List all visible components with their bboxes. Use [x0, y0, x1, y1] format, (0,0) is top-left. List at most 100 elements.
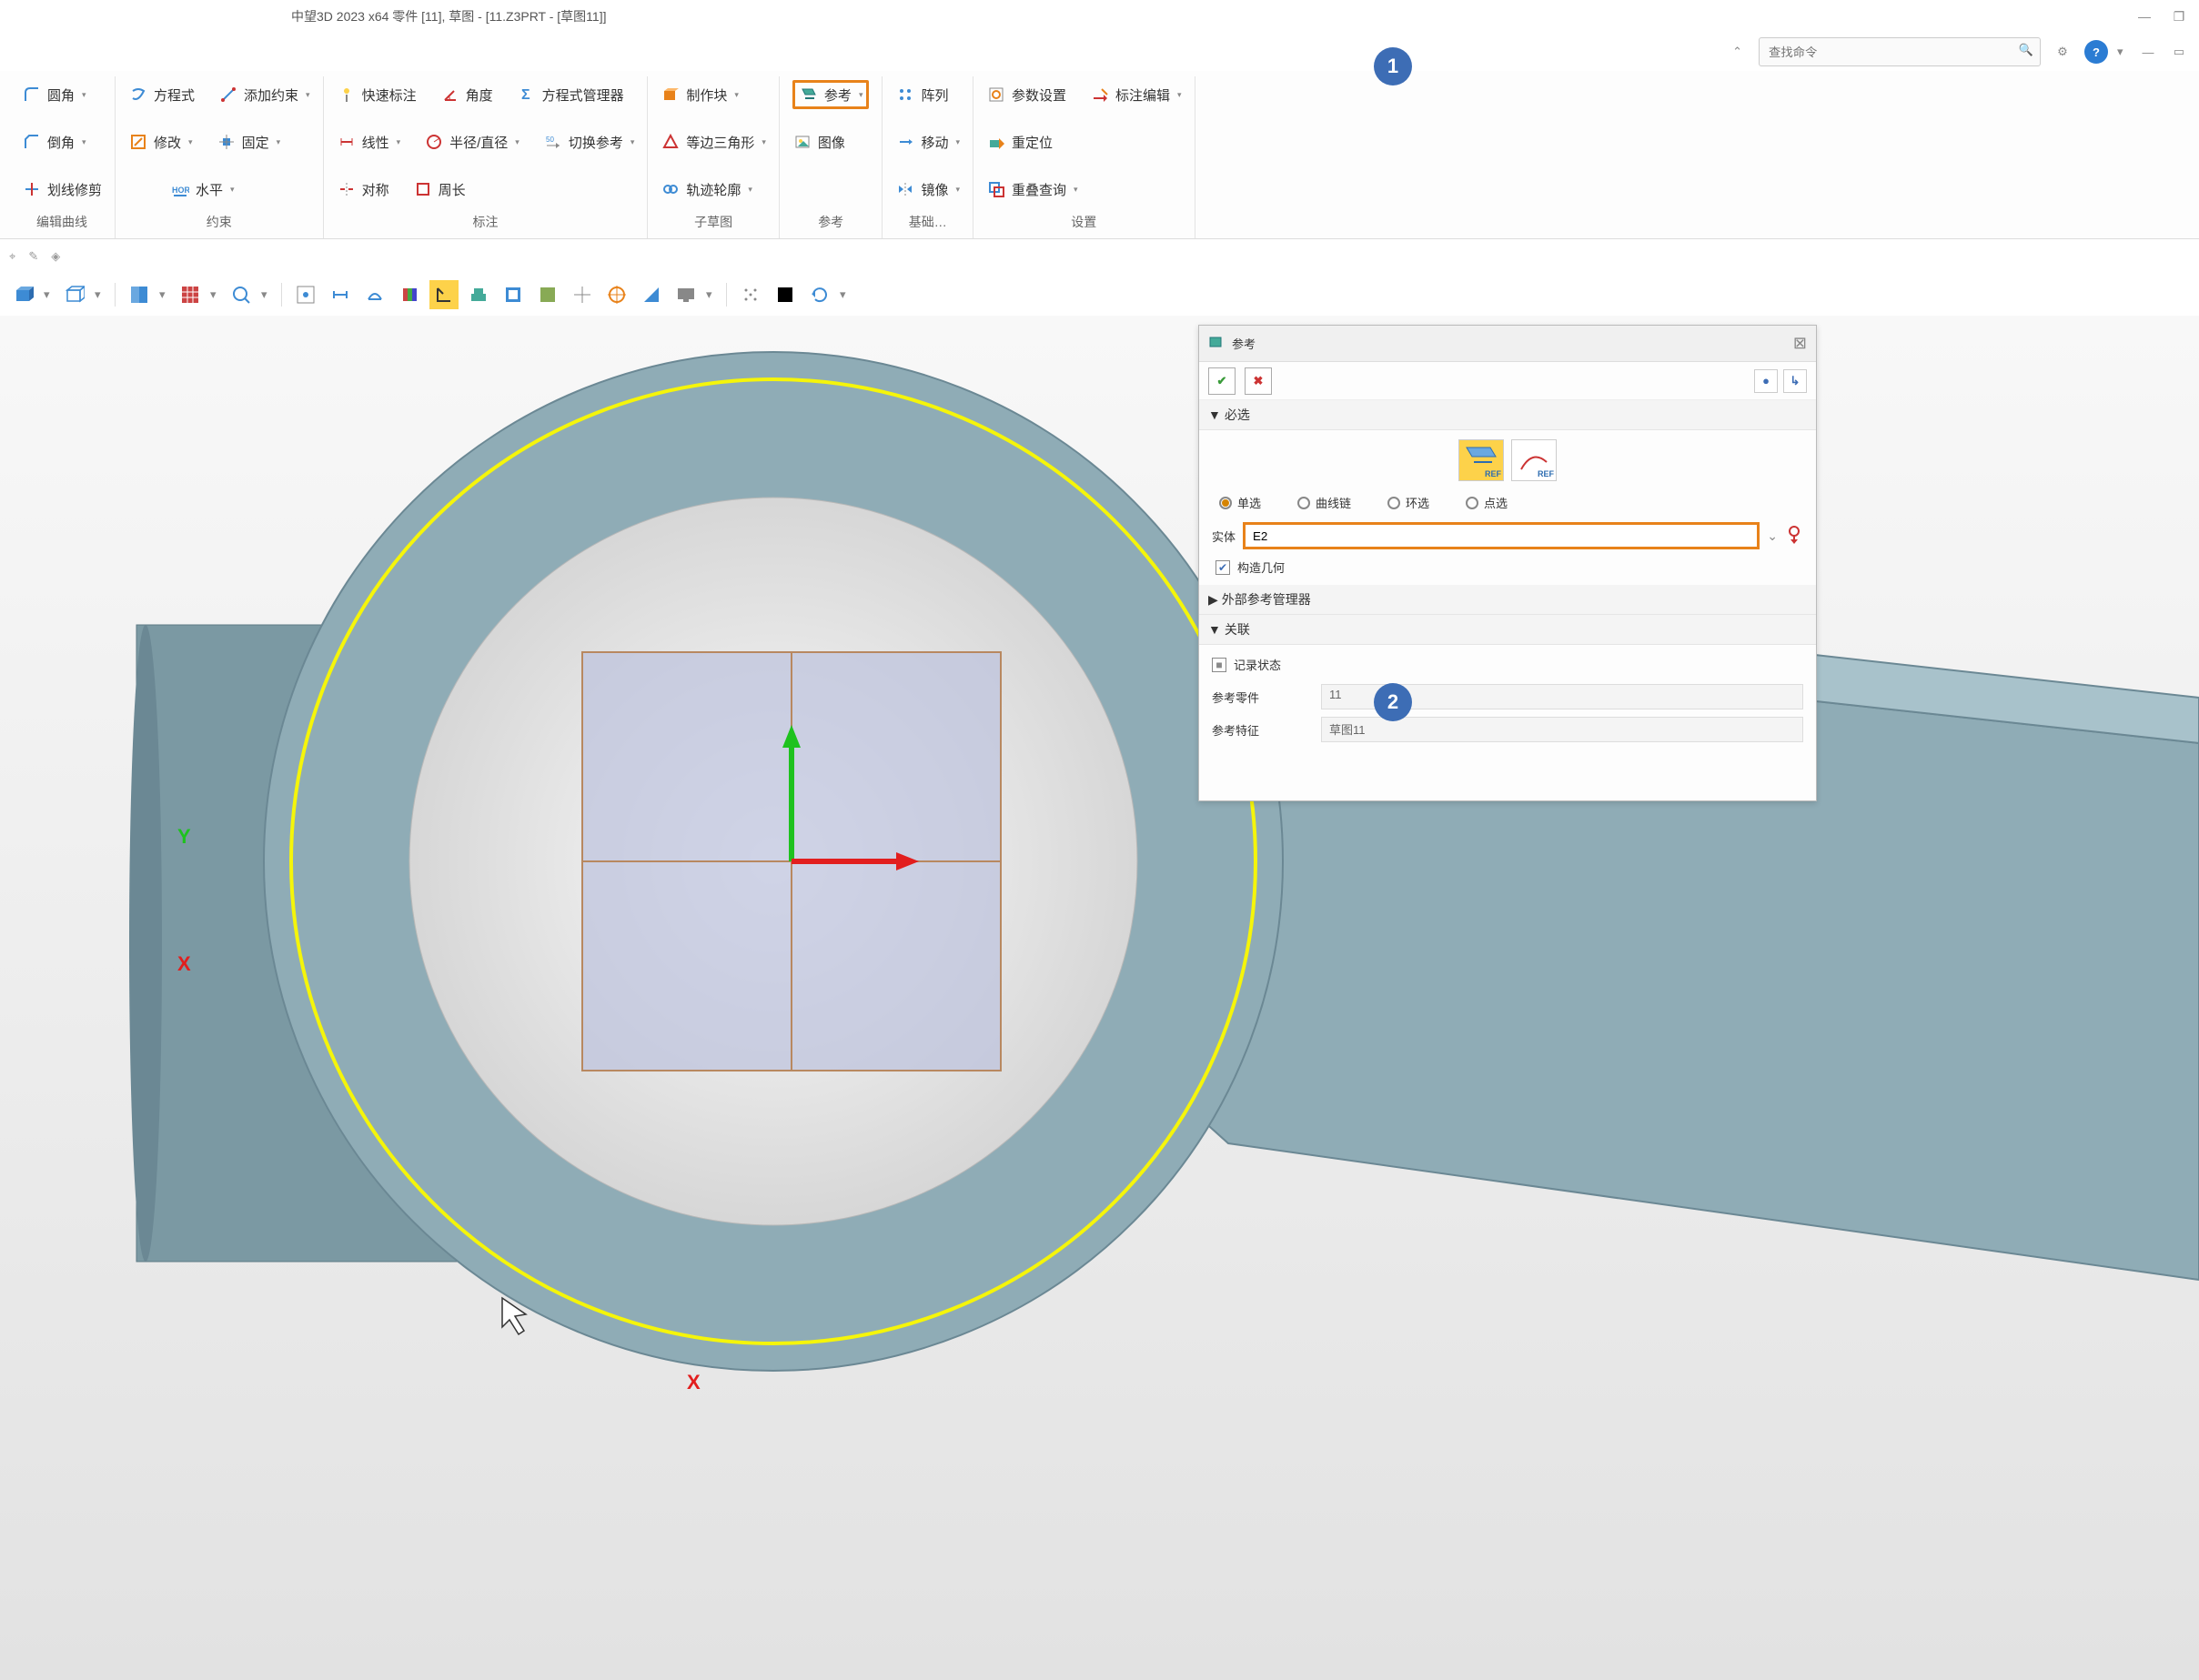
tb-dots-icon[interactable] — [736, 280, 765, 309]
dd-icon[interactable]: ▾ — [840, 287, 851, 302]
tb-refresh-icon[interactable] — [805, 280, 834, 309]
ribbon-button-perimeter[interactable]: 周长 — [413, 179, 466, 199]
ribbon-button-overlap[interactable]: 重叠查询▾ — [986, 179, 1078, 199]
ribbon-button-quickdim[interactable]: 快速标注 — [337, 85, 417, 105]
tb-wireframe-icon[interactable] — [60, 280, 89, 309]
dd-icon[interactable]: ▾ — [95, 287, 106, 302]
maximize-icon[interactable]: ▭ — [2168, 41, 2190, 63]
settings-gear-icon[interactable]: ⚙ — [2050, 39, 2075, 65]
ribbon-button-label: 半径/直径 — [449, 133, 508, 152]
reference-panel: 参考 ⊠ ✔ ✖ ● ↳ ▼ 必选 REF REF — [1198, 325, 1817, 801]
tb-monitor-icon[interactable] — [671, 280, 701, 309]
tb-cube-icon[interactable] — [9, 280, 38, 309]
help-icon[interactable]: ? — [2084, 40, 2108, 64]
entity-dropdown-icon[interactable]: ⌄ — [1767, 528, 1778, 544]
ribbon-button-angle[interactable]: 角度 — [440, 85, 493, 105]
entity-pick-icon[interactable] — [1785, 526, 1803, 547]
tb-crosshair-icon[interactable] — [568, 280, 597, 309]
tb-icon[interactable] — [326, 280, 355, 309]
ribbon-button-move[interactable]: 移动▾ — [895, 132, 960, 152]
construct-geom-checkbox[interactable]: ✔ 构造几何 — [1212, 558, 1803, 576]
ribbon-button-image[interactable]: 图像 — [792, 132, 845, 152]
panel-titlebar[interactable]: 参考 ⊠ — [1199, 326, 1816, 362]
tb-icon[interactable] — [291, 280, 320, 309]
ribbon-button-repos[interactable]: 重定位 — [986, 132, 1053, 152]
chevron-right-icon: ▶ — [1208, 592, 1218, 608]
cancel-button[interactable]: ✖ — [1245, 367, 1272, 395]
tb-target-icon[interactable] — [602, 280, 631, 309]
ribbon-button-equation[interactable]: 方程式 — [128, 85, 195, 105]
ribbon-button-params[interactable]: 参数设置 — [986, 85, 1066, 105]
tb-zoom-icon[interactable] — [227, 280, 256, 309]
search-input[interactable] — [1759, 37, 2041, 66]
radio-single[interactable]: 单选 — [1219, 494, 1261, 511]
tool-icon[interactable]: ✎ — [28, 249, 38, 264]
ok-button[interactable]: ✔ — [1208, 367, 1236, 395]
dd-icon[interactable]: ▾ — [210, 287, 221, 302]
dd-icon[interactable]: ▾ — [261, 287, 272, 302]
ribbon-button-label: 参考 — [824, 86, 852, 105]
radio-curve-chain[interactable]: 曲线链 — [1297, 494, 1351, 511]
viewport-3d[interactable]: Y X X 2 参考 ⊠ ✔ ✖ ● ↳ ▼ 必选 — [0, 316, 2199, 1680]
ribbon-button-dimedit[interactable]: 标注编辑▾ — [1090, 85, 1182, 105]
tool-icon[interactable]: ◈ — [51, 249, 60, 264]
quickdim-icon — [337, 85, 357, 105]
tb-icon-active[interactable] — [429, 280, 459, 309]
chevron-down-icon: ▾ — [82, 90, 86, 100]
ref-mode-1[interactable]: REF — [1458, 439, 1504, 481]
ribbon-button-polygon[interactable]: 等边三角形▾ — [661, 132, 766, 152]
section-related[interactable]: ▼ 关联 — [1199, 615, 1816, 645]
ribbon-button-modify[interactable]: 修改▾ — [128, 132, 193, 152]
radio-point[interactable]: 点选 — [1466, 494, 1508, 511]
ribbon-button-array[interactable]: 阵列 — [895, 85, 948, 105]
help-dropdown-icon[interactable]: ▾ — [2117, 45, 2128, 59]
ribbon-button-sym[interactable]: 对称 — [337, 179, 389, 199]
chevron-down-icon: ▾ — [306, 90, 310, 100]
chevron-down-icon: ▾ — [748, 185, 752, 195]
entity-input[interactable] — [1243, 522, 1760, 549]
record-state-checkbox[interactable]: ■ 记录状态 — [1199, 652, 1816, 680]
dd-icon[interactable]: ▾ — [44, 287, 55, 302]
ribbon-button-trim[interactable]: 划线修剪 — [22, 179, 102, 199]
tb-view1-icon[interactable] — [125, 280, 154, 309]
close-icon[interactable]: ⊠ — [1793, 334, 1807, 353]
tb-black-icon[interactable] — [771, 280, 800, 309]
ribbon-button-linear[interactable]: 线性▾ — [337, 132, 401, 152]
ribbon-button-ref[interactable]: 参考▾ — [792, 80, 870, 109]
tb-icon[interactable] — [464, 280, 493, 309]
ribbon-button-label: 方程式 — [154, 86, 195, 105]
tb-icon[interactable] — [395, 280, 424, 309]
ribbon-button-track[interactable]: 轨迹轮廓▾ — [661, 179, 752, 199]
tool-icon[interactable]: ⌖ — [9, 249, 15, 264]
tb-icon[interactable] — [533, 280, 562, 309]
tb-icon[interactable] — [360, 280, 389, 309]
ribbon-button-fillet[interactable]: 圆角▾ — [22, 85, 86, 105]
ribbon-button-horiz[interactable]: HORZ水平▾ — [170, 179, 235, 199]
ref-mode-2[interactable]: REF — [1511, 439, 1557, 481]
ribbon-button-switchref[interactable]: 50切换参考▾ — [543, 132, 635, 152]
collapse-ribbon-icon[interactable]: ⌃ — [1732, 45, 1742, 59]
dd-icon[interactable]: ▾ — [159, 287, 170, 302]
ribbon-button-chamfer[interactable]: 倒角▾ — [22, 132, 86, 152]
section-required[interactable]: ▼ 必选 — [1199, 400, 1816, 430]
restore-window-icon[interactable]: ❐ — [2168, 5, 2190, 27]
search-icon[interactable]: 🔍 — [2019, 43, 2033, 57]
ribbon-button-block[interactable]: 制作块▾ — [661, 85, 739, 105]
info-button[interactable]: ● — [1754, 369, 1778, 393]
ribbon-button-radius[interactable]: 半径/直径▾ — [424, 132, 519, 152]
separator — [281, 283, 282, 307]
ribbon-button-label: 水平 — [196, 180, 223, 199]
tb-icon[interactable] — [637, 280, 666, 309]
help-small-button[interactable]: ↳ — [1783, 369, 1807, 393]
tb-grid-icon[interactable] — [176, 280, 205, 309]
tb-icon[interactable] — [499, 280, 528, 309]
minimize-window-icon[interactable]: — — [2133, 5, 2155, 27]
dd-icon[interactable]: ▾ — [706, 287, 717, 302]
ribbon-button-mirror[interactable]: 镜像▾ — [895, 179, 960, 199]
section-ext-ref[interactable]: ▶ 外部参考管理器 — [1199, 585, 1816, 615]
radio-ring[interactable]: 环选 — [1387, 494, 1429, 511]
minimize-icon[interactable]: — — [2137, 41, 2159, 63]
ribbon-button-eqmgr[interactable]: Σ方程式管理器 — [517, 85, 624, 105]
ribbon-button-fix[interactable]: 固定▾ — [217, 132, 281, 152]
ribbon-button-addconstraint[interactable]: 添加约束▾ — [218, 85, 310, 105]
